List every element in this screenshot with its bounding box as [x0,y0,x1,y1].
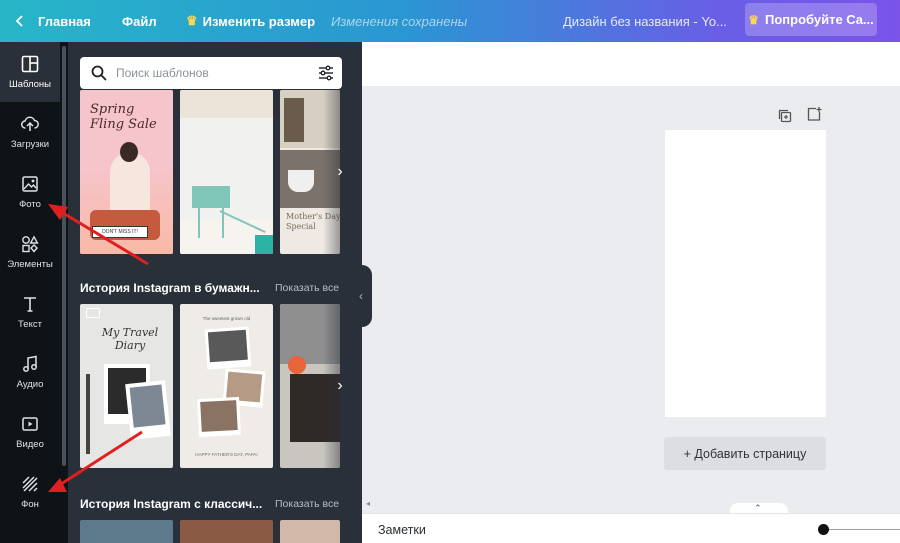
search-box[interactable]: Поиск шаблонов [80,57,342,89]
scroll-left-icon[interactable]: ◂ [366,499,370,508]
chevron-left-icon: ‹ [359,289,363,303]
duplicate-page-icon[interactable] [777,108,793,124]
save-status: Изменения сохранены [331,13,468,29]
resize-label: Изменить размер [202,13,316,29]
template-thumbnail[interactable] [180,520,273,543]
sidebar-item-audio[interactable]: Аудио [0,342,60,402]
bottom-bar: Заметки [362,513,900,543]
resize-button[interactable]: ♛ Изменить размер [186,0,315,42]
upload-icon [21,116,39,131]
model-head [120,142,138,162]
document-title[interactable]: Дизайн без названия - Yo... [563,0,727,42]
photo-frame [284,98,304,142]
sidebar-item-photos[interactable]: Фото [0,162,60,222]
next-arrow-button[interactable]: › [330,371,350,401]
try-pro-label: Попробуйте Ca... [765,12,874,27]
panel-scrollbar[interactable] [62,46,66,466]
text-icon [24,296,36,312]
horizontal-scroll-track[interactable]: ◂ [362,497,900,513]
sidebar-item-label: Фон [21,498,39,510]
collapse-panel-button[interactable]: ‹ [350,265,372,327]
photo-frame [204,326,252,370]
chevron-right-icon: › [337,377,343,394]
vertical-text-strip [86,374,90,454]
thumbnail-accent [288,356,306,374]
left-sidebar: Шаблоны Загрузки Фото Элементы Текст Ауд… [0,42,60,543]
sidebar-item-text[interactable]: Текст [0,282,60,342]
search-icon [91,65,107,81]
sidebar-item-elements[interactable]: Элементы [0,222,60,282]
sidebar-item-label: Фото [19,198,41,210]
home-label: Главная [38,13,91,29]
template-thumbnail-spring-sale[interactable]: Spring Fling Sale DON'T MISS IT! [80,90,173,254]
add-page-button[interactable]: + Добавить страницу [664,437,826,470]
template-thumbnail-lifeguard[interactable] [180,90,273,254]
tower-leg [198,208,200,238]
sidebar-item-background[interactable]: Фон [0,462,60,522]
crown-icon: ♛ [186,13,198,28]
sidebar-item-video[interactable]: Видео [0,402,60,462]
template-thumbnail-fathers-day[interactable]: The sweetest grown old HAPPY FATHER'S DA… [180,304,273,468]
add-page-icon[interactable] [806,106,822,122]
sidebar-item-label: Аудио [16,378,44,390]
zoom-slider-handle[interactable] [818,524,829,535]
file-menu-button[interactable]: Файл [122,0,157,42]
design-page[interactable] [665,130,826,417]
chevron-left-icon [15,15,23,27]
thumbnail-accent [255,235,273,254]
thumbnail-tag: DON'T MISS IT! [92,226,148,238]
sidebar-item-templates[interactable]: Шаблоны [0,42,60,102]
template-thumbnail[interactable] [80,520,173,543]
try-pro-button[interactable]: ♛ Попробуйте Ca... [745,3,877,36]
video-badge-icon [86,308,100,318]
show-all-link[interactable]: Показать все [275,282,339,294]
top-bar: Главная Файл ♛ Изменить размер Изменения… [0,0,900,42]
thumbnail-line: Spring [90,102,135,117]
sidebar-item-uploads[interactable]: Загрузки [0,102,60,162]
teacup [288,170,314,192]
thumbnail-line: Fling Sale [90,117,157,132]
thumbnail-sky [180,90,273,118]
home-button[interactable]: Главная [14,0,91,42]
template-thumbnail-travel-diary[interactable]: My Travel Diary [80,304,173,468]
zoom-slider-track[interactable] [822,529,900,530]
lifeguard-tower [192,186,230,208]
templates-panel: Поиск шаблонов Spring Fling Sale DON'T M… [68,42,362,543]
templates-icon [21,55,39,72]
filter-icon[interactable] [318,65,334,81]
sidebar-item-label: Шаблоны [8,78,51,90]
search-input[interactable]: Поиск шаблонов [116,66,209,80]
chevron-right-icon: › [337,163,343,180]
section-title: История Instagram с классич... [80,497,263,511]
sidebar-item-label: Загрузки [10,138,50,150]
section-title: История Instagram в бумажн... [80,281,260,295]
sidebar-item-label: Видео [16,438,44,450]
video-icon [22,416,38,431]
sidebar-item-label: Элементы [7,258,53,270]
photo-frame [197,396,241,438]
thumbnail-title: Spring Fling Sale [90,102,157,132]
photo-icon [22,175,38,192]
polaroid-photo [125,380,171,440]
thumbnail-caption: HAPPY FATHER'S DAY, PAPA! [195,452,258,457]
sidebar-item-label: Текст [18,318,42,330]
crown-icon: ♛ [748,12,759,27]
background-icon [22,475,38,492]
thumbnail-title: My Travel Diary [100,326,160,352]
next-arrow-button[interactable]: › [330,157,350,187]
editor-toolbar [362,42,900,86]
template-thumbnail[interactable] [280,520,340,543]
elements-icon [22,234,39,253]
thumbnail-header: The sweetest grown old [202,316,251,321]
show-all-link[interactable]: Показать все [275,498,339,510]
thumbnail-line: My Travel [101,326,159,339]
audio-icon [23,355,37,372]
thumbnail-line: Diary [114,339,146,352]
notes-button[interactable]: Заметки [378,523,426,537]
